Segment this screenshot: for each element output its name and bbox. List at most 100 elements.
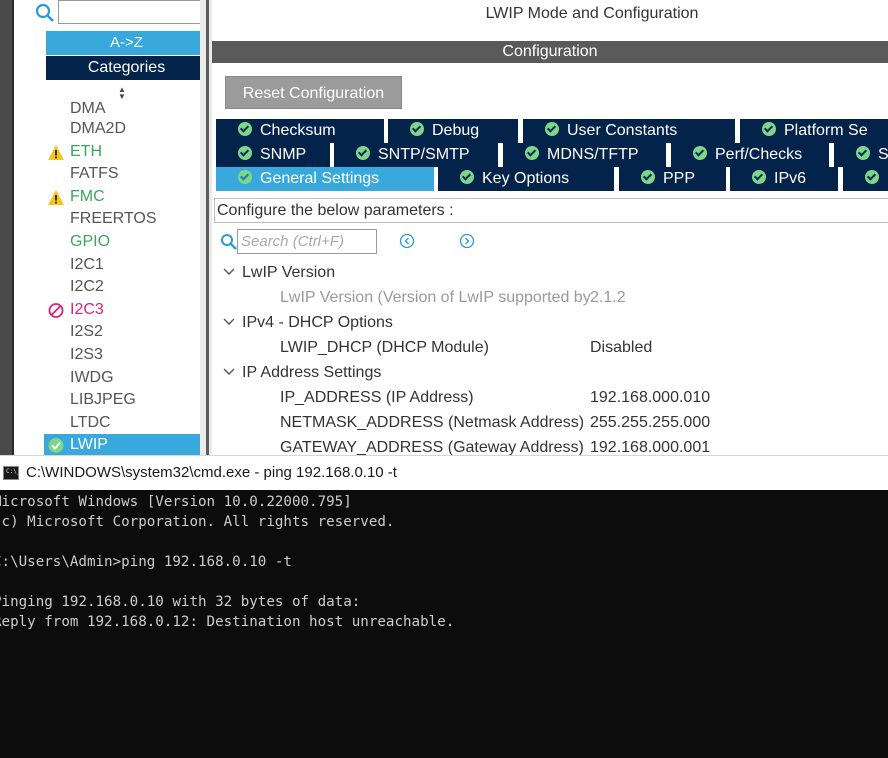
param-value[interactable]: 255.255.255.000	[590, 410, 710, 435]
console-line: Pinging 192.168.0.10 with 32 bytes of da…	[0, 594, 361, 610]
category-item-label: ETH	[70, 142, 102, 160]
check-icon	[693, 146, 707, 160]
tab-label: Key Options	[482, 170, 570, 187]
cmd-title-bar[interactable]: C:\_ C:\WINDOWS\system32\cmd.exe - ping …	[0, 455, 888, 490]
param-value[interactable]: 2.1.2	[590, 285, 626, 310]
check-icon	[641, 170, 655, 184]
warning-icon	[48, 189, 64, 205]
category-search-row: ⌄	[32, 0, 218, 26]
param-value[interactable]: 192.168.000.010	[590, 385, 710, 410]
tab-user-constants[interactable]: User Constants	[521, 119, 735, 143]
search-icon[interactable]	[34, 2, 56, 24]
check-icon	[525, 146, 539, 160]
tab-s[interactable]: S	[832, 143, 888, 167]
param-group-ipv4-dhcp-options[interactable]: IPv4 - DHCP Options	[212, 310, 393, 335]
tab-i[interactable]: I	[841, 167, 888, 191]
tab-label: SNTP/SMTP	[378, 146, 470, 163]
check-icon	[48, 438, 64, 454]
check-icon	[238, 170, 252, 184]
screen: ⌄ A->Z Categories ▲▼ DMADMA2DETHFATFSFMC…	[0, 0, 888, 758]
panel-divider[interactable]	[200, 0, 212, 455]
check-icon	[865, 170, 879, 184]
tab-ipv6[interactable]: IPv6	[728, 167, 838, 191]
category-item-i2c2[interactable]: I2C2	[44, 276, 202, 299]
param-key: LwIP Version (Version of LwIP supported …	[280, 289, 594, 306]
tab-debug[interactable]: Debug	[386, 119, 518, 143]
category-item-gpio[interactable]: GPIO	[44, 231, 202, 254]
param-group-title: LwIP Version	[242, 264, 336, 281]
category-item-i2s3[interactable]: I2S3	[44, 344, 202, 367]
category-item-label: DMA	[70, 100, 106, 117]
parameter-search: Search (Ctrl+F)	[220, 229, 380, 254]
param-group-lwip-version[interactable]: LwIP Version	[212, 260, 335, 285]
category-item-fmc[interactable]: FMC	[44, 186, 202, 209]
category-item-libjpeg[interactable]: LIBJPEG	[44, 389, 202, 412]
param-row[interactable]: NETMASK_ADDRESS (Netmask Address) 255.255…	[212, 410, 888, 435]
category-item-label: FMC	[70, 187, 105, 205]
parameter-search-input[interactable]: Search (Ctrl+F)	[237, 229, 377, 254]
tab-label: SNMP	[260, 146, 307, 163]
console-line: Microsoft Windows [Version 10.0.22000.79…	[0, 494, 352, 510]
reset-configuration-button[interactable]: Reset Configuration	[225, 76, 402, 109]
chevron-down-icon[interactable]	[222, 260, 236, 285]
category-item-eth[interactable]: ETH	[44, 141, 202, 164]
category-item-label: LTDC	[70, 413, 111, 431]
param-row[interactable]: LWIP_DHCP (DHCP Module) Disabled	[212, 335, 888, 360]
tab-label: IPv6	[774, 170, 807, 187]
check-icon	[356, 146, 370, 160]
category-item-i2s2[interactable]: I2S2	[44, 321, 202, 344]
category-item-label: FATFS	[70, 165, 119, 183]
chevron-down-icon[interactable]	[222, 310, 236, 335]
category-item-fatfs[interactable]: FATFS	[44, 163, 202, 186]
category-item-label: GPIO	[70, 232, 111, 250]
category-item-i2c1[interactable]: I2C1	[44, 254, 202, 277]
param-value[interactable]: 192.168.000.001	[590, 435, 710, 455]
param-row[interactable]: IP_ADDRESS (IP Address) 192.168.000.010	[212, 385, 888, 410]
cmd-console[interactable]: Microsoft Windows [Version 10.0.22000.79…	[0, 490, 888, 758]
category-item-label: LWIP	[70, 436, 108, 454]
sort-az-button[interactable]: A->Z	[46, 31, 207, 55]
search-previous-icon[interactable]	[399, 233, 415, 249]
category-item-i2c3[interactable]: I2C3	[44, 299, 202, 322]
tab-sntp-smtp[interactable]: SNTP/SMTP	[332, 143, 498, 167]
cmd-window-title: C:\WINDOWS\system32\cmd.exe - ping 192.1…	[26, 464, 397, 481]
tab-general-settings[interactable]: General Settings	[214, 167, 434, 191]
category-item-label: I2S2	[70, 323, 103, 341]
tab-label: Platform Se	[784, 122, 868, 139]
tab-label: Checksum	[260, 122, 336, 139]
param-row[interactable]: GATEWAY_ADDRESS (Gateway Address) 192.168…	[212, 435, 888, 455]
tab-snmp[interactable]: SNMP	[214, 143, 330, 167]
categories-panel: ⌄ A->Z Categories ▲▼ DMADMA2DETHFATFSFMC…	[14, 0, 218, 455]
search-next-icon[interactable]	[459, 233, 475, 249]
category-item-iwdg[interactable]: IWDG	[44, 367, 202, 390]
category-item-label: I2S3	[70, 345, 103, 363]
tab-ppp[interactable]: PPP	[617, 167, 726, 191]
category-item-label: DMA2D	[70, 120, 127, 137]
categories-button[interactable]: Categories	[46, 56, 207, 80]
tab-checksum[interactable]: Checksum	[214, 119, 384, 143]
category-item-freertos[interactable]: FREERTOS	[44, 208, 202, 231]
category-item-ltdc[interactable]: LTDC	[44, 412, 202, 435]
check-icon	[752, 170, 766, 184]
check-icon	[238, 122, 252, 136]
mode-title: LWIP Mode and Configuration	[485, 5, 699, 22]
check-icon	[856, 146, 870, 160]
category-item-lwip[interactable]: LWIP	[44, 434, 202, 455]
category-item-dma[interactable]: DMA	[44, 100, 202, 118]
param-row[interactable]: LwIP Version (Version of LwIP supported …	[212, 285, 888, 310]
param-group-ip-address-settings[interactable]: IP Address Settings	[212, 360, 381, 385]
console-line: C:\Users\Admin>ping 192.168.0.10 -t	[0, 554, 292, 570]
console-line: Reply from 192.168.0.12: Destination hos…	[0, 614, 455, 630]
chevron-down-icon[interactable]	[222, 360, 236, 385]
category-item-label: IWDG	[70, 368, 114, 386]
category-search-input[interactable]: ⌄	[58, 0, 218, 24]
tab-label: PPP	[663, 170, 696, 187]
tab-perf-checks[interactable]: Perf/Checks	[669, 143, 829, 167]
param-value[interactable]: Disabled	[590, 335, 652, 360]
check-icon	[762, 122, 776, 136]
tab-mdns-tftp[interactable]: MDNS/TFTP	[501, 143, 666, 167]
category-item-dma2d[interactable]: DMA2D	[44, 118, 202, 141]
tab-label: General Settings	[260, 170, 380, 187]
tab-platform-se[interactable]: Platform Se	[738, 119, 888, 143]
tab-key-options[interactable]: Key Options	[436, 167, 614, 191]
